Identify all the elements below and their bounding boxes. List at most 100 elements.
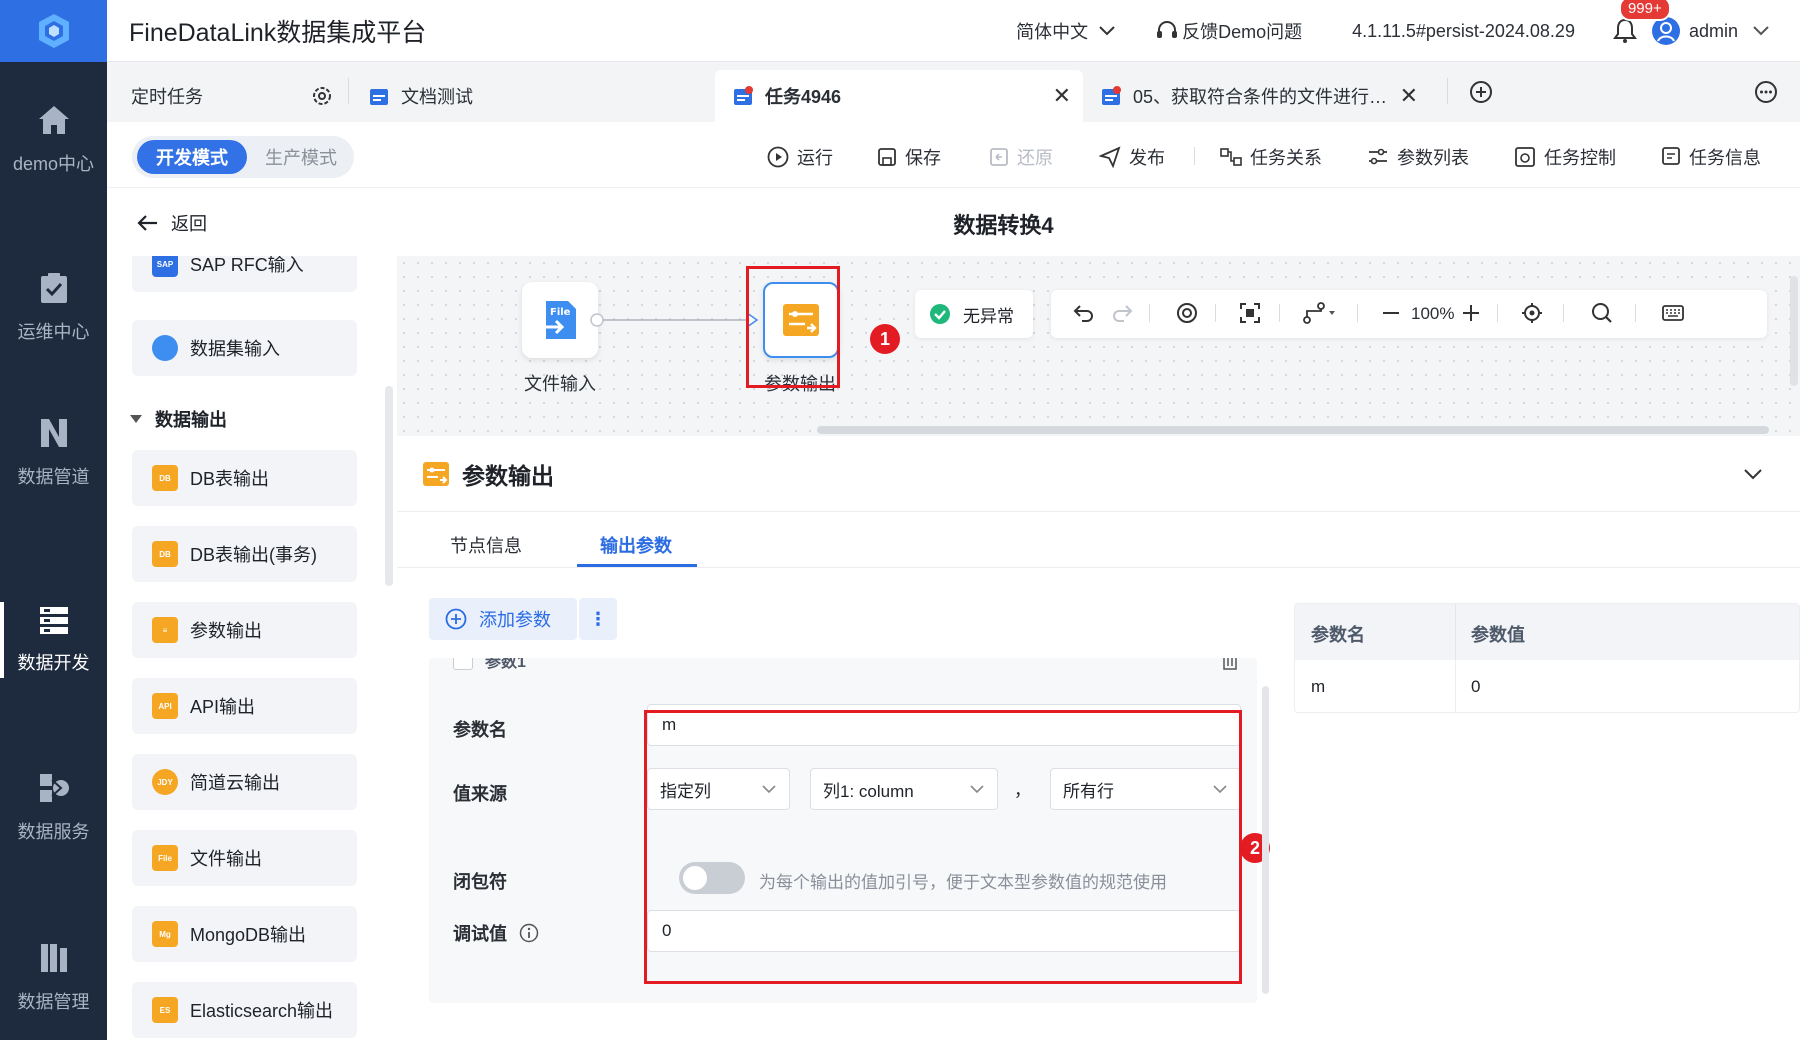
- comp-jdy-output[interactable]: JDY 简道云输出: [132, 754, 357, 810]
- info-doc-icon: [1662, 147, 1680, 165]
- more-options-button[interactable]: ⋮: [579, 598, 617, 640]
- feedback-link[interactable]: 反馈Demo问题: [1156, 18, 1302, 44]
- table-row: m 0: [1295, 660, 1799, 712]
- save-button[interactable]: 保存: [877, 144, 941, 170]
- comp-es-output[interactable]: ES Elasticsearch输出: [132, 982, 357, 1038]
- redo-icon[interactable]: [1111, 302, 1133, 324]
- param-title: 参数1: [485, 658, 526, 671]
- user-menu[interactable]: admin: [1651, 16, 1770, 46]
- section-data-output[interactable]: 数据输出: [129, 406, 227, 432]
- info-icon[interactable]: [519, 923, 539, 943]
- nav-data-dev[interactable]: 数据开发: [0, 580, 107, 700]
- nav-label: 数据服务: [17, 822, 90, 842]
- comp-dataset-input[interactable]: 数据集输入: [132, 320, 357, 376]
- control-label: 任务控制: [1544, 148, 1616, 168]
- fit-view-icon[interactable]: [1239, 302, 1261, 324]
- flow-canvas[interactable]: File 文件输入 参数输出 1 无异常 100%: [397, 256, 1800, 449]
- chevron-down-icon[interactable]: [1743, 468, 1763, 480]
- language-select[interactable]: 简体中文: [1016, 18, 1116, 44]
- task-info-button[interactable]: 任务信息: [1661, 144, 1761, 170]
- chevron-down-icon: [1753, 26, 1769, 36]
- undo-icon[interactable]: [1073, 302, 1095, 324]
- node-file-input[interactable]: File: [522, 282, 598, 358]
- close-icon[interactable]: ✕: [1400, 83, 1418, 109]
- cell-param-value: 0: [1471, 677, 1481, 696]
- comp-label: DB表输出: [190, 469, 270, 489]
- control-icon: [1515, 147, 1535, 167]
- comp-label: MongoDB输出: [190, 925, 307, 945]
- more-icon[interactable]: [1754, 80, 1778, 104]
- manage-icon: [40, 944, 67, 972]
- db-output-icon: DB: [152, 541, 178, 567]
- prod-mode-button[interactable]: 生产模式: [265, 144, 337, 170]
- comp-file-output[interactable]: File 文件输出: [132, 830, 357, 886]
- comp-label: 简道云输出: [190, 773, 280, 793]
- keyboard-icon[interactable]: [1661, 302, 1685, 324]
- db-output-icon: DB: [152, 465, 178, 491]
- param-list-button[interactable]: 参数列表: [1367, 144, 1469, 170]
- locate-icon[interactable]: [1521, 302, 1543, 324]
- add-param-label: 添加参数: [479, 610, 551, 630]
- canvas-h-scrollbar[interactable]: [817, 426, 1769, 434]
- tab-node-info[interactable]: 节点信息: [450, 532, 522, 558]
- node-file-input-label: 文件输入: [524, 374, 596, 394]
- connector-line: [590, 311, 759, 329]
- task-control-button[interactable]: 任务控制: [1514, 144, 1616, 170]
- mode-switch[interactable]: 开发模式 生产模式: [132, 136, 354, 178]
- param-checkbox[interactable]: [453, 658, 473, 670]
- dev-mode-button[interactable]: 开发模式: [137, 140, 247, 174]
- comp-db-output[interactable]: DB DB表输出: [132, 450, 357, 506]
- relation-label: 任务关系: [1250, 148, 1322, 168]
- service-icon: [39, 774, 69, 802]
- close-icon[interactable]: ✕: [1053, 83, 1071, 109]
- nav-ops-center[interactable]: 运维中心: [0, 248, 107, 368]
- svg-text:File: File: [550, 307, 571, 318]
- plus-circle-icon: [445, 608, 467, 630]
- nav-data-service[interactable]: 数据服务: [0, 748, 107, 868]
- highlight-box-1: [746, 266, 840, 388]
- nav-data-manage[interactable]: 数据管理: [0, 918, 107, 1038]
- restore-button[interactable]: 还原: [989, 144, 1053, 170]
- tab-task-4946[interactable]: 任务4946 ✕: [715, 70, 1083, 122]
- section-label: 数据输出: [155, 410, 227, 430]
- layout-icon[interactable]: [1303, 302, 1337, 324]
- status-indicator[interactable]: 无异常: [915, 290, 1033, 338]
- nav-demo-center[interactable]: demo中心: [0, 80, 107, 200]
- marker-1: 1: [870, 324, 900, 354]
- left-nav: demo中心 运维中心 数据管道 数据开发 数据服务 数据管理: [0, 0, 107, 1040]
- canvas-v-scrollbar[interactable]: [1790, 276, 1798, 386]
- zoom-out-icon[interactable]: [1381, 302, 1401, 324]
- sidebar-scrollbar[interactable]: [385, 386, 393, 586]
- task-relation-button[interactable]: 任务关系: [1220, 144, 1322, 170]
- debug-value-label-group: 调试值: [453, 920, 539, 946]
- run-button[interactable]: 运行: [767, 144, 833, 170]
- title-row: 返回 数据转换4: [107, 188, 1800, 256]
- publish-button[interactable]: 发布: [1099, 144, 1165, 170]
- comp-db-output-tx[interactable]: DB DB表输出(事务): [132, 526, 357, 582]
- add-tab-icon[interactable]: [1469, 80, 1493, 104]
- comp-param-output[interactable]: ≡ 参数输出: [132, 602, 357, 658]
- search-icon[interactable]: [1591, 302, 1613, 324]
- comp-mongodb-output[interactable]: Mg MongoDB输出: [132, 906, 357, 962]
- tab-fetch-files[interactable]: 05、获取符合条件的文件进行… ✕: [1085, 70, 1430, 122]
- trash-icon[interactable]: [1221, 658, 1239, 670]
- tab-output-params[interactable]: 输出参数: [600, 532, 672, 558]
- zoom-level: 100%: [1411, 304, 1455, 323]
- nav-label: 数据管理: [17, 992, 90, 1012]
- clipboard-check-icon: [40, 273, 67, 303]
- comp-api-output[interactable]: API API输出: [132, 678, 357, 734]
- notification-button[interactable]: 999+: [1612, 0, 1671, 44]
- save-label: 保存: [905, 148, 941, 168]
- app-logo[interactable]: [0, 0, 107, 62]
- zoom-in-icon[interactable]: [1461, 302, 1481, 324]
- tab-scheduled-tasks[interactable]: 定时任务: [107, 70, 347, 122]
- form-scrollbar[interactable]: [1262, 686, 1269, 994]
- add-param-button[interactable]: 添加参数: [429, 598, 577, 640]
- nav-data-pipeline[interactable]: 数据管道: [0, 393, 107, 513]
- params-label: 参数列表: [1397, 148, 1469, 168]
- param-output-icon: ≡: [152, 617, 178, 643]
- comp-label: 文件输出: [190, 849, 262, 869]
- preview-icon[interactable]: [1175, 302, 1199, 324]
- gear-icon[interactable]: [311, 85, 333, 107]
- comp-sap-rfc-input[interactable]: SAP SAP RFC输入: [132, 256, 357, 292]
